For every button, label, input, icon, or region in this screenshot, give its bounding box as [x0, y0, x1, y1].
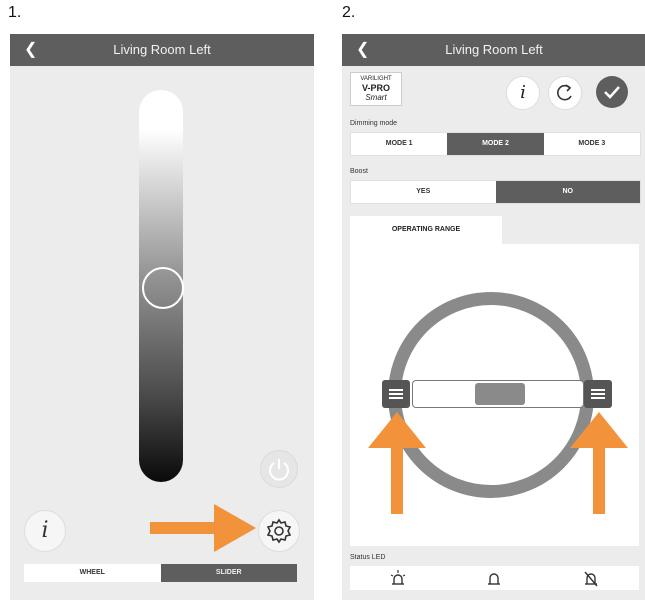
step-number-1: 1.: [8, 4, 22, 21]
back-chevron-icon[interactable]: ❮: [24, 34, 37, 66]
boost-selector: YES NO: [350, 180, 641, 204]
led-off-option[interactable]: [543, 566, 639, 590]
brightness-slider-knob[interactable]: [142, 267, 184, 309]
dimming-mode-selector: MODE 1 MODE 2 MODE 3: [350, 132, 641, 156]
top-bar: ❮ Living Room Left: [342, 34, 645, 66]
gear-icon: [266, 518, 292, 544]
max-range-handle[interactable]: [584, 380, 612, 408]
tab-mode-3[interactable]: MODE 3: [543, 133, 640, 155]
page-title: Living Room Left: [113, 42, 211, 57]
refresh-button[interactable]: [548, 76, 582, 110]
led-bright-option[interactable]: [350, 566, 446, 590]
settings-button[interactable]: [258, 510, 300, 552]
logo-line-2: V-PRO: [361, 83, 390, 93]
tab-slider[interactable]: SLIDER: [160, 564, 297, 582]
boost-label: Boost: [350, 168, 368, 175]
power-icon: [269, 459, 289, 481]
led-off-icon: [584, 571, 598, 587]
step-number-2: 2.: [342, 4, 356, 21]
view-mode-toggle: WHEEL SLIDER: [24, 564, 297, 582]
screen-2: ❮ Living Room Left VARILIGHT V-PRO Smart…: [342, 34, 645, 600]
arrow-up-right-icon: [570, 412, 628, 514]
top-bar: ❮ Living Room Left: [10, 34, 314, 66]
power-button[interactable]: [260, 450, 298, 488]
min-range-handle[interactable]: [382, 380, 410, 408]
dimming-mode-label: Dimming mode: [350, 120, 398, 127]
boost-no[interactable]: NO: [495, 181, 640, 203]
tab-mode-2[interactable]: MODE 2: [447, 133, 544, 155]
back-chevron-icon[interactable]: ❮: [356, 34, 369, 66]
range-bar[interactable]: [412, 380, 584, 408]
status-led-label: Status LED: [350, 554, 386, 561]
info-button[interactable]: i: [24, 510, 66, 552]
confirm-button[interactable]: [596, 76, 628, 108]
range-thumb[interactable]: [475, 383, 525, 405]
page-title: Living Room Left: [445, 42, 543, 57]
tab-mode-1[interactable]: MODE 1: [351, 133, 448, 155]
boost-yes[interactable]: YES: [351, 181, 496, 203]
info-icon: i: [41, 518, 49, 543]
info-icon: i: [520, 82, 526, 103]
refresh-icon: [557, 84, 572, 101]
led-icon: [488, 573, 501, 585]
led-bright-icon: [390, 570, 406, 585]
status-led-options: [350, 566, 639, 590]
info-button[interactable]: i: [506, 76, 540, 110]
tab-wheel[interactable]: WHEEL: [24, 564, 161, 582]
arrow-right-icon: [150, 504, 256, 552]
logo-line-3: Smart: [365, 93, 387, 102]
arrow-up-left-icon: [368, 412, 426, 514]
brand-logo: VARILIGHT V-PRO Smart: [350, 72, 402, 106]
check-icon: [604, 86, 620, 99]
led-dim-option[interactable]: [446, 566, 542, 590]
tab-operating-range[interactable]: OPERATING RANGE: [350, 216, 502, 244]
